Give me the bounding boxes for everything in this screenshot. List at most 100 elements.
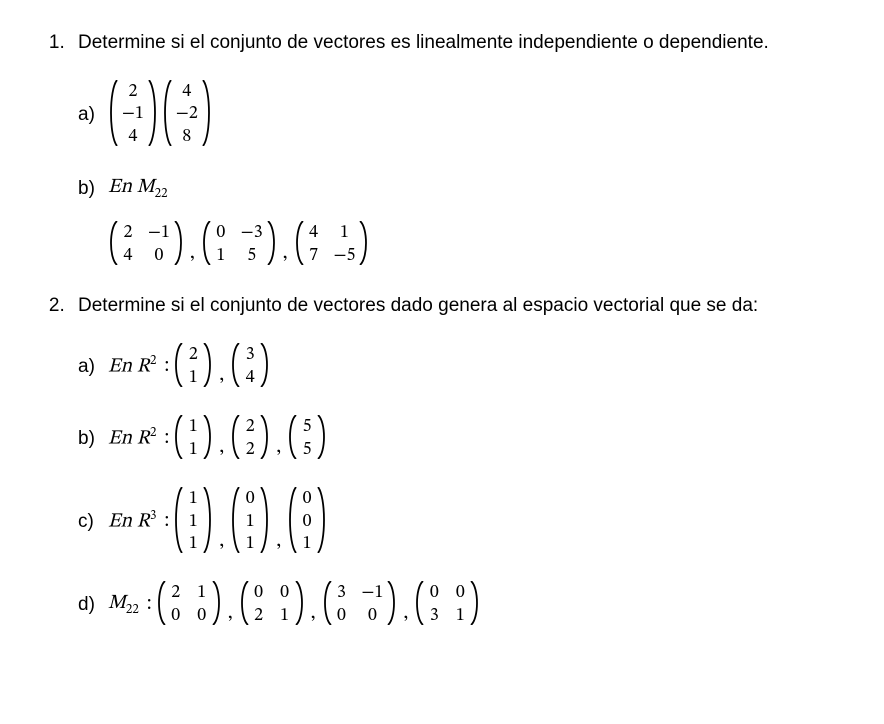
matrix-cell: 0 [279, 583, 291, 604]
matrix: 0201 [239, 581, 305, 629]
matrix-cell: 2 [170, 583, 182, 604]
matrix: 4−28 [162, 80, 212, 150]
matrix-cell: 0 [170, 606, 182, 627]
matrix-cell: −1 [122, 104, 144, 125]
matrix-cell: 4 [127, 127, 139, 148]
matrix: 001 [287, 487, 327, 557]
matrix-cell: 1 [187, 440, 199, 461]
label-q2-a: a) [78, 354, 108, 380]
q1-b: b) En M22 24−10, 01−35, 471−5 [78, 174, 884, 270]
q2-d-sub: 22 [126, 604, 139, 617]
matrix-cell: 0 [366, 606, 378, 627]
matrix: 2−14 [108, 80, 158, 150]
matrix-cell: −3 [241, 223, 263, 244]
matrix-cell: 1 [215, 246, 227, 267]
matrix-cell: 0 [215, 223, 227, 244]
matrix: 011 [230, 487, 270, 557]
matrix: 0301 [414, 581, 480, 629]
matrix: 21 [173, 343, 213, 391]
matrix-cell: 1 [187, 417, 199, 438]
label-q2-b: b) [78, 426, 108, 452]
q2-b: b) En R2 : 11, 22, 55 [78, 415, 884, 463]
matrix-cell: 3 [336, 583, 348, 604]
q2-a-pre: En [108, 357, 137, 377]
matrix-cell: −1 [362, 583, 384, 604]
matrix-cell: 3 [428, 606, 440, 627]
label-q2-d: d) [78, 592, 108, 618]
matrix-cell: 5 [246, 246, 258, 267]
matrix-cell: 1 [196, 583, 208, 604]
q1-a: a) 2−14 4−28 [78, 80, 884, 150]
matrix-cell: 1 [244, 512, 256, 533]
q2-a-sup: 2 [150, 355, 156, 368]
matrix: 34 [230, 343, 270, 391]
matrix-cell: 1 [301, 534, 313, 555]
matrix-cell: 4 [122, 246, 134, 267]
matrix-cell: 1 [339, 223, 351, 244]
matrix: 30−10 [322, 581, 398, 629]
matrix: 55 [287, 415, 327, 463]
q2-d: d) M22 : 2010, 0201, 30−10, 0301 [78, 581, 884, 629]
matrix-cell: 0 [253, 583, 265, 604]
q2-c: c) En R3 : 111, 011, 001 [78, 487, 884, 557]
q2-b-pre: En [108, 429, 137, 449]
matrix: 11 [173, 415, 213, 463]
q2-b-sym: R [137, 429, 150, 449]
matrix-cell: 1 [279, 606, 291, 627]
matrix-cell: 2 [127, 82, 139, 103]
matrix-cell: 4 [244, 368, 256, 389]
matrix-cell: 0 [301, 512, 313, 533]
q2-a: a) En R2 : 21, 34 [78, 343, 884, 391]
matrix-cell: 0 [153, 246, 165, 267]
matrix-cell: 8 [181, 127, 193, 148]
matrix-cell: 0 [244, 489, 256, 510]
label-q1-b: b) [78, 176, 108, 202]
q1-b-sub: 22 [155, 188, 168, 201]
q2-c-sym: R [137, 512, 150, 532]
label-q2-c: c) [78, 509, 108, 535]
matrix-cell: 5 [301, 417, 313, 438]
matrix-cell: 0 [336, 606, 348, 627]
matrix-cell: −1 [148, 223, 170, 244]
q1-text: Determine si el conjunto de vectores es … [78, 30, 884, 56]
question-1: Determine si el conjunto de vectores es … [70, 30, 884, 269]
matrix: 111 [173, 487, 213, 557]
matrix-cell: 7 [308, 246, 320, 267]
matrix-cell: 2 [122, 223, 134, 244]
question-2: Determine si el conjunto de vectores dad… [70, 293, 884, 629]
matrix-cell: 1 [187, 534, 199, 555]
matrix-cell: 0 [454, 583, 466, 604]
q2-d-sym: M [108, 593, 126, 613]
matrix-cell: 4 [181, 82, 193, 103]
q1-b-pre: En [108, 177, 137, 197]
matrix-cell: 1 [454, 606, 466, 627]
matrix-cell: 0 [301, 489, 313, 510]
q2-c-pre: En [108, 512, 137, 532]
matrix-cell: 1 [187, 368, 199, 389]
matrix-cell: 1 [187, 512, 199, 533]
q2-text: Determine si el conjunto de vectores dad… [78, 293, 884, 319]
matrix-cell: 4 [308, 223, 320, 244]
matrix-cell: 2 [253, 606, 265, 627]
matrix-cell: 2 [187, 345, 199, 366]
matrix: 01 −35 [201, 221, 277, 269]
matrix-cell: 2 [244, 440, 256, 461]
matrix-cell: 3 [244, 345, 256, 366]
matrix-cell: −5 [334, 246, 356, 267]
label-q1-a: a) [78, 102, 108, 128]
matrix: 24 −10 [108, 221, 184, 269]
matrix: 471−5 [294, 221, 370, 269]
matrix-cell: 1 [244, 534, 256, 555]
matrix: 2010 [156, 581, 222, 629]
q2-a-sym: R [137, 357, 150, 377]
q2-c-sup: 3 [150, 510, 156, 523]
matrix-cell: 2 [244, 417, 256, 438]
matrix-cell: −2 [176, 104, 198, 125]
matrix-cell: 0 [196, 606, 208, 627]
matrix-cell: 5 [301, 440, 313, 461]
matrix-cell: 0 [428, 583, 440, 604]
matrix-cell: 1 [187, 489, 199, 510]
q1-b-sym: M [137, 177, 155, 197]
q2-b-sup: 2 [150, 427, 156, 440]
matrix: 22 [230, 415, 270, 463]
